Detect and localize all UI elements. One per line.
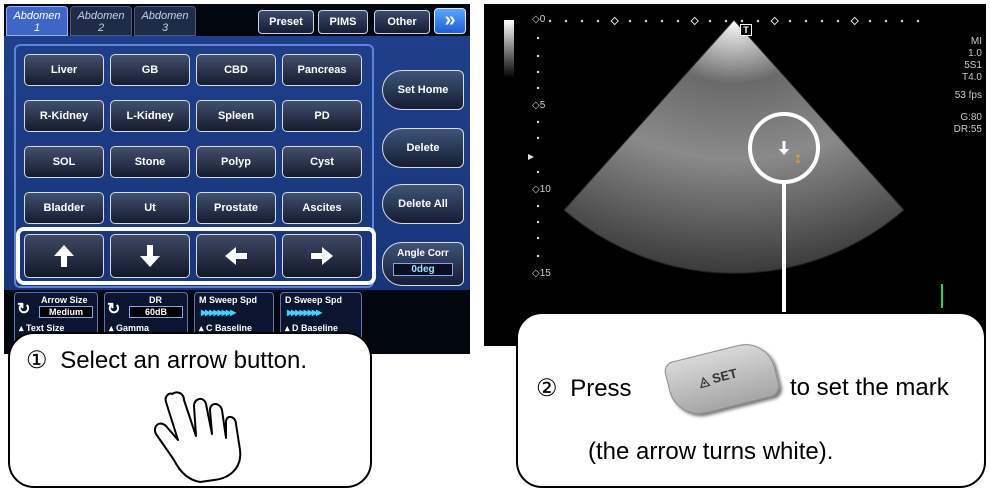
- mi-value: 1.0: [968, 48, 982, 59]
- preset-ascites-button[interactable]: Ascites: [282, 192, 362, 224]
- next-page-button[interactable]: »: [434, 8, 466, 34]
- knob-value: Medium: [39, 306, 93, 318]
- tab-abdomen-3[interactable]: Abdomen 3: [134, 6, 196, 36]
- preset-pancreas-button[interactable]: Pancreas: [282, 54, 362, 86]
- pointing-hand-icon: [154, 391, 242, 483]
- tab-abdomen-1[interactable]: Abdomen 1: [6, 6, 68, 36]
- arrow-down-icon: [140, 245, 160, 267]
- angle-corr-label: Angle Corr: [397, 248, 449, 259]
- preset-liver-button[interactable]: Liver: [24, 54, 104, 86]
- angle-corr-button[interactable]: Angle Corr 0deg: [382, 242, 464, 286]
- sweep-label: D Sweep Spd: [285, 295, 343, 305]
- preset-spleen-button[interactable]: Spleen: [196, 100, 276, 132]
- preset-gb-button[interactable]: GB: [110, 54, 190, 86]
- preset-bladder-button[interactable]: Bladder: [24, 192, 104, 224]
- preset-prostate-button[interactable]: Prostate: [196, 192, 276, 224]
- tab-number: 1: [33, 22, 41, 34]
- arrow-left-icon: [225, 247, 247, 265]
- knob-label: DR: [149, 295, 162, 305]
- step-1-instruction: ① Select an arrow button.: [26, 347, 307, 374]
- double-chevron-right-icon: »: [444, 9, 456, 31]
- set-home-button[interactable]: Set Home: [382, 70, 464, 110]
- frame-rate: 53 fps: [954, 90, 982, 101]
- mi-label: MI: [970, 36, 982, 47]
- depth-label-10: ◇10: [532, 184, 551, 195]
- touch-panel: Abdomen 1 Abdomen 2 Abdomen 3 Preset PIM…: [4, 4, 470, 354]
- arrow-right-button[interactable]: [282, 234, 362, 278]
- arrow-left-button[interactable]: [196, 234, 276, 278]
- gain-value: G:80: [960, 112, 982, 123]
- arrow-up-icon: [54, 245, 74, 267]
- preset-l-kidney-button[interactable]: L-Kidney: [110, 100, 190, 132]
- callout-step-1: ① Select an arrow button.: [8, 332, 372, 488]
- ultrasound-scan-image: [504, 16, 943, 346]
- tab-abdomen-2[interactable]: Abdomen 2: [70, 6, 132, 36]
- rotate-knob-icon: ↻: [17, 301, 31, 318]
- pims-button[interactable]: PIMS: [318, 10, 368, 34]
- probe-label: 5S1: [964, 60, 982, 71]
- preset-r-kidney-button[interactable]: R-Kidney: [24, 100, 104, 132]
- arrow-right-icon: [311, 247, 333, 265]
- preset-cbd-button[interactable]: CBD: [196, 54, 276, 86]
- angle-corr-value: 0deg: [393, 263, 453, 276]
- knob-label: Arrow Size: [41, 295, 88, 305]
- arrow-down-icon: [779, 141, 789, 155]
- dynamic-range-value: DR:55: [953, 124, 982, 135]
- speed-chevrons-icon: ▶▶▶▶▶▶▶▶: [287, 308, 322, 317]
- step-2-instruction: ② Press: [536, 375, 632, 402]
- depth-label-5: ◇5: [532, 100, 546, 111]
- preset-button[interactable]: Preset: [258, 10, 314, 34]
- tab-label: Abdomen: [13, 10, 61, 22]
- tab-label: Abdomen: [77, 10, 125, 22]
- preset-ut-button[interactable]: Ut: [110, 192, 190, 224]
- preset-cyst-button[interactable]: Cyst: [282, 146, 362, 178]
- step-number: ②: [536, 375, 558, 402]
- depth-label-0: ◇0: [532, 14, 546, 25]
- preset-stone-button[interactable]: Stone: [110, 146, 190, 178]
- knob-value: 60dB: [129, 306, 183, 318]
- preset-sol-button[interactable]: SOL: [24, 146, 104, 178]
- step-2-note: (the arrow turns white).: [588, 438, 834, 465]
- delete-all-button[interactable]: Delete All: [382, 184, 464, 224]
- delete-button[interactable]: Delete: [382, 128, 464, 168]
- t-index: T4.0: [961, 72, 982, 83]
- ultrasound-image-panel: T ◇0 ◇5 ◇10 ◇15 MI 1.0 5S1 T4.0 53 fps G…: [484, 4, 986, 346]
- t-marker: T: [740, 24, 752, 36]
- step-2-instruction-end: to set the mark: [790, 374, 949, 401]
- other-button[interactable]: Other: [374, 10, 430, 34]
- callout-step-2: ② Press ◬ SET to set the mark (the arrow…: [516, 312, 986, 488]
- arrow-down-button[interactable]: [110, 234, 190, 278]
- arrow-up-button[interactable]: [24, 234, 104, 278]
- tab-label: Abdomen: [141, 10, 189, 22]
- sweep-label: M Sweep Spd: [199, 295, 258, 305]
- step-number: ①: [26, 347, 48, 374]
- rotate-knob-icon: ↻: [107, 301, 121, 318]
- set-key-icon: ◬ SET: [662, 337, 782, 421]
- preset-pd-button[interactable]: PD: [282, 100, 362, 132]
- depth-label-15: ◇15: [532, 268, 551, 279]
- set-key-label: ◬ SET: [697, 365, 739, 390]
- tab-number: 3: [161, 22, 169, 34]
- speed-chevrons-icon: ▶▶▶▶▶▶▶▶: [201, 308, 236, 317]
- tab-number: 2: [97, 22, 105, 34]
- preset-polyp-button[interactable]: Polyp: [196, 146, 276, 178]
